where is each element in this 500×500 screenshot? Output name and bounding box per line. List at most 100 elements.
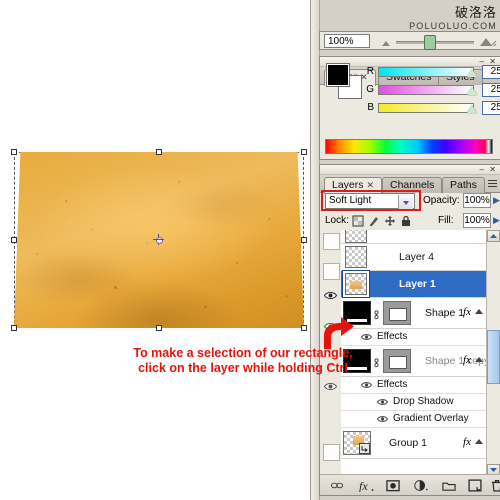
handle-middle-right[interactable] [301,237,307,243]
annotation-arrow-icon [324,317,354,349]
tab-close-icon[interactable]: ✕ [367,180,375,190]
handle-bottom-right[interactable] [301,325,307,331]
zoom-out-icon[interactable] [382,41,390,46]
foreground-color-swatch[interactable] [326,63,350,87]
eye-icon-shape1-copy[interactable] [324,382,337,391]
link-mask-icon[interactable] [373,358,380,368]
blend-mode-highlight-box [321,190,421,211]
list-item[interactable]: Gradient Overlay [341,411,487,428]
lock-all-icon[interactable] [400,215,412,227]
add-layer-mask-icon[interactable] [386,479,400,492]
fx-icon[interactable]: fx [463,306,471,318]
channel-b-label: B [367,102,374,113]
watermark: 破洛洛 POLUOLUO.COM [409,2,497,31]
navigator-zoom-bar[interactable]: 100% [319,31,500,50]
lock-position-icon[interactable] [384,215,396,227]
zoom-slider-thumb[interactable] [424,35,436,50]
handle-middle-left[interactable] [11,237,17,243]
minimize-icon[interactable]: – [480,166,484,174]
visibility-slot-group1[interactable] [323,444,340,461]
lock-image-icon[interactable] [368,215,380,227]
color-spectrum-ramp[interactable] [325,139,493,154]
vector-mask-shape [389,356,407,369]
tab-paths-label: Paths [450,179,477,191]
foreground-background-swatches[interactable] [326,63,362,99]
transform-anchor-point[interactable] [153,234,164,245]
free-transform-box[interactable] [11,149,307,331]
close-icon[interactable]: ✕ [489,166,496,174]
expand-effects-icon[interactable] [475,357,483,362]
layers-scrollbar[interactable] [486,230,500,476]
table-row[interactable] [341,230,487,244]
eye-icon-drop-shadow[interactable] [377,398,388,406]
scrollbar-thumb[interactable] [487,330,500,384]
channel-g-thumb[interactable] [467,87,477,95]
opacity-value[interactable]: 100% [463,193,491,208]
effect-name: Gradient Overlay [393,413,469,424]
resize-grip-icon[interactable] [490,40,497,47]
layer-thumbnail[interactable] [345,230,367,243]
channel-r-thumb[interactable] [467,69,477,77]
channel-b: B 255 [364,101,500,115]
fx-icon[interactable]: fx [463,436,471,448]
list-item[interactable]: Effects [341,329,487,346]
clipped-group-icon [359,443,370,454]
list-item[interactable]: Effects [341,377,487,394]
list-item[interactable]: Drop Shadow [341,394,487,411]
add-layer-style-icon[interactable]: fx [358,479,375,492]
watermark-cn: 破洛洛 [454,6,497,21]
handle-top-right[interactable] [301,149,307,155]
layers-panel-menu-icon[interactable] [485,178,497,189]
scroll-up-button[interactable] [487,230,500,242]
zoom-level-input[interactable]: 100% [324,34,370,48]
fx-icon[interactable]: fx [463,354,471,366]
channel-g-value[interactable]: 255 [482,83,500,97]
group-thumbnail[interactable] [343,431,371,455]
new-group-icon[interactable] [442,479,456,492]
opacity-label: Opacity: [423,195,460,206]
layers-panel-titlebar[interactable]: – ✕ [320,165,500,175]
vector-mask-thumbnail[interactable] [383,301,411,325]
handle-top-left[interactable] [11,149,17,155]
channel-g-label: G [366,84,374,95]
expand-effects-icon[interactable] [475,309,483,314]
tab-paths[interactable]: Paths [442,177,485,193]
lock-transparency-icon[interactable] [352,215,364,227]
close-icon[interactable]: ✕ [489,58,496,66]
layer-thumbnail[interactable] [345,273,367,295]
eye-icon-gradient-overlay[interactable] [377,415,388,423]
channel-b-slider[interactable] [378,103,474,113]
expand-effects-icon[interactable] [475,439,483,444]
new-layer-icon[interactable] [468,479,482,492]
channel-r-value[interactable]: 255 [482,65,500,79]
eye-icon-effects[interactable] [361,381,372,389]
eye-icon-effects[interactable] [361,333,372,341]
channel-g-slider[interactable] [378,85,474,95]
channel-b-thumb[interactable] [467,105,477,113]
handle-bottom-center[interactable] [156,325,162,331]
table-row[interactable]: Layer 1 [341,271,487,298]
visibility-slot-layer4[interactable] [323,263,340,280]
eye-icon-layer1[interactable] [324,291,337,300]
table-row[interactable]: Shape 1 fx [341,298,487,329]
handle-bottom-left[interactable] [11,325,17,331]
fill-stepper-icon[interactable]: ▶ [493,215,500,226]
fill-value[interactable]: 100% [463,213,491,228]
opacity-stepper-icon[interactable]: ▶ [493,195,500,206]
link-layers-icon[interactable] [330,479,344,492]
new-adjustment-layer-icon[interactable] [414,479,428,492]
minimize-icon[interactable]: – [480,58,484,66]
layer-thumbnail[interactable] [345,246,367,268]
table-row[interactable]: Group 1 fx [341,428,487,459]
vector-mask-thumbnail[interactable] [383,349,411,373]
panel-dock: 破洛洛 POLUOLUO.COM 100% – ✕ Color✕ [310,0,500,500]
channel-r-slider[interactable] [378,67,474,77]
table-row[interactable]: Layer 4 [341,244,487,271]
link-mask-icon[interactable] [373,310,380,320]
delete-layer-icon[interactable] [490,479,500,492]
document-canvas[interactable] [0,0,310,500]
channel-r: R 255 [364,65,500,79]
channel-b-value[interactable]: 255 [482,101,500,115]
visibility-slot-top[interactable] [323,233,340,250]
handle-top-center[interactable] [156,149,162,155]
